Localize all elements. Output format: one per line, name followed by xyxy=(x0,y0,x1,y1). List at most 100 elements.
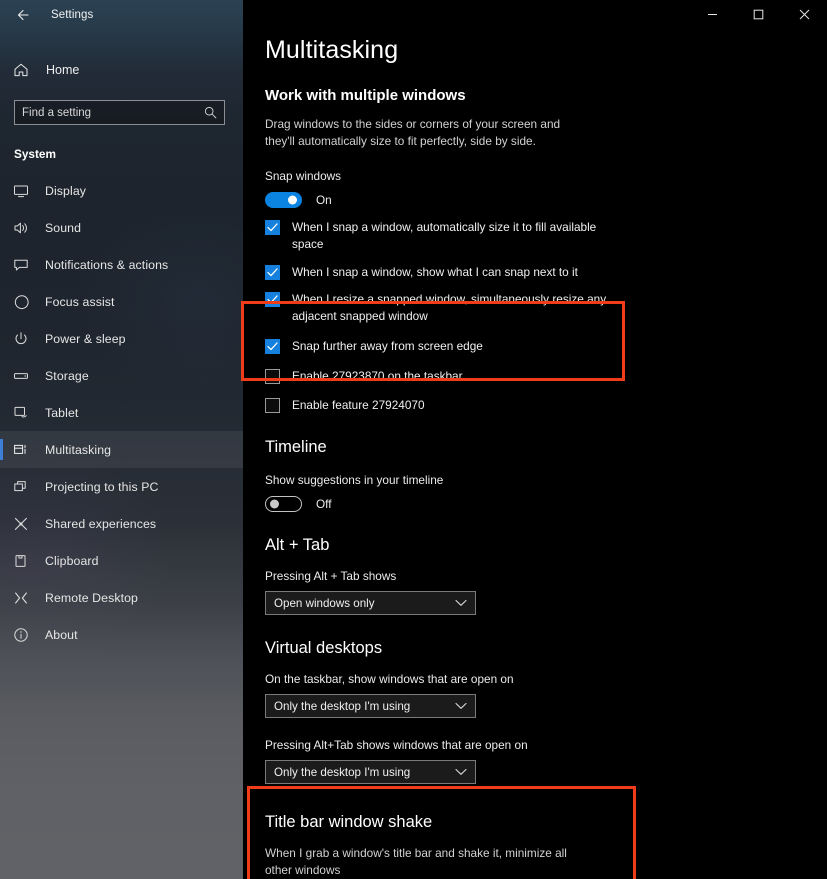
sidebar-item-clipboard[interactable]: Clipboard xyxy=(0,542,243,579)
sidebar-item-about[interactable]: About xyxy=(0,616,243,653)
timeline-toggle-state: Off xyxy=(316,497,332,512)
info-icon xyxy=(13,627,37,643)
timeline-toggle-row: Off xyxy=(265,496,827,513)
checkbox-label: Snap further away from screen edge xyxy=(292,338,483,353)
section-title-bar-shake: Title bar window shake When I grab a win… xyxy=(265,813,827,879)
maximize-button[interactable] xyxy=(735,0,781,29)
snap-options-list: When I snap a window, automatically size… xyxy=(265,219,827,414)
timeline-suggestions-toggle[interactable] xyxy=(265,496,302,513)
power-icon xyxy=(13,331,37,347)
check-icon xyxy=(267,223,278,232)
checkbox-label: When I snap a window, automatically size… xyxy=(292,220,597,251)
shared-icon xyxy=(13,516,37,532)
checkbox-resize-adjacent[interactable] xyxy=(265,292,280,308)
search-box[interactable] xyxy=(14,100,225,125)
virtual-desktops-taskbar-dropdown[interactable]: Only the desktop I'm using xyxy=(265,694,476,719)
checkbox-enable-taskbar-feature[interactable] xyxy=(265,368,280,384)
alt-tab-dropdown-value: Open windows only xyxy=(274,596,375,610)
snap-windows-toggle-row: On xyxy=(265,192,827,209)
sidebar-item-label: Sound xyxy=(45,220,82,235)
sidebar-item-label: Display xyxy=(45,183,87,198)
clipboard-icon xyxy=(13,553,37,569)
alt-tab-dropdown[interactable]: Open windows only xyxy=(265,591,476,616)
virtual-desktops-alttab-dropdown-value: Only the desktop I'm using xyxy=(274,765,411,779)
window-controls xyxy=(689,0,827,29)
sidebar-item-display[interactable]: Display xyxy=(0,172,243,209)
speaker-icon xyxy=(13,220,37,236)
sidebar-item-shared-experiences[interactable]: Shared experiences xyxy=(0,505,243,542)
sidebar-item-storage[interactable]: Storage xyxy=(0,357,243,394)
page-title: Multitasking xyxy=(265,36,399,64)
checkbox-row[interactable]: Snap further away from screen edge xyxy=(265,338,827,355)
checkbox-row[interactable]: When I snap a window, automatically size… xyxy=(265,219,827,253)
sidebar-item-label: Shared experiences xyxy=(45,516,157,531)
section-heading-title-bar-shake: Title bar window shake xyxy=(265,813,433,832)
search-input[interactable] xyxy=(22,106,204,119)
tablet-icon xyxy=(13,405,37,421)
sidebar-item-projecting[interactable]: Projecting to this PC xyxy=(0,468,243,505)
multitasking-icon xyxy=(13,442,37,458)
timeline-suggestions-label: Show suggestions in your timeline xyxy=(265,473,444,488)
maximize-icon xyxy=(753,9,763,20)
check-icon xyxy=(267,342,278,351)
sidebar-item-label: Storage xyxy=(45,368,89,383)
sidebar-item-remote-desktop[interactable]: Remote Desktop xyxy=(0,579,243,616)
section-work-with-windows: Work with multiple windows Drag windows … xyxy=(265,87,827,414)
virtual-desktops-alttab-dropdown[interactable]: Only the desktop I'm using xyxy=(265,760,476,785)
sidebar-item-label: Multitasking xyxy=(45,442,112,457)
sidebar-item-label: Clipboard xyxy=(45,553,99,568)
sidebar-item-tablet[interactable]: Tablet xyxy=(0,394,243,431)
virtual-desktops-taskbar-label: On the taskbar, show windows that are op… xyxy=(265,672,514,687)
back-button[interactable] xyxy=(0,0,44,29)
checkbox-label: Enable 27923870 on the taskbar xyxy=(292,368,463,383)
snap-windows-label: Snap windows xyxy=(265,169,342,184)
section-alt-tab: Alt + Tab Pressing Alt + Tab shows Open … xyxy=(265,536,827,616)
search-icon[interactable] xyxy=(204,106,217,119)
window-title: Settings xyxy=(51,8,94,21)
sidebar-item-label: About xyxy=(45,627,78,642)
checkbox-show-snap-next[interactable] xyxy=(265,264,280,280)
sidebar-item-label: Remote Desktop xyxy=(45,590,138,605)
checkbox-enable-feature[interactable] xyxy=(265,398,280,414)
section-heading-alt-tab: Alt + Tab xyxy=(265,536,330,555)
moon-icon xyxy=(13,294,37,310)
close-button[interactable] xyxy=(781,0,827,29)
checkbox-autosize[interactable] xyxy=(265,220,280,236)
chevron-down-icon xyxy=(455,599,467,607)
snap-windows-toggle-state: On xyxy=(316,193,332,208)
sidebar-titlebar: Settings xyxy=(0,0,243,29)
sidebar-item-sound[interactable]: Sound xyxy=(0,209,243,246)
back-arrow-icon xyxy=(17,9,29,20)
sidebar-item-focus-assist[interactable]: Focus assist xyxy=(0,283,243,320)
settings-window: Settings Home System xyxy=(0,0,827,879)
section-virtual-desktops: Virtual desktops On the taskbar, show wi… xyxy=(265,639,827,785)
checkbox-row[interactable]: Enable feature 27924070 xyxy=(265,397,827,414)
sidebar-section-header: System xyxy=(14,147,56,161)
checkbox-row[interactable]: Enable 27923870 on the taskbar xyxy=(265,368,827,385)
check-icon xyxy=(267,268,278,276)
sidebar-nav-list: Display Sound Notifications & actions Fo… xyxy=(0,172,243,653)
checkbox-row[interactable]: When I resize a snapped window, simultan… xyxy=(265,291,827,325)
sidebar-item-label: Focus assist xyxy=(45,294,115,309)
sidebar-item-notifications[interactable]: Notifications & actions xyxy=(0,246,243,283)
sidebar-item-multitasking[interactable]: Multitasking xyxy=(0,431,243,468)
section-heading-timeline: Timeline xyxy=(265,438,327,457)
sidebar-item-home[interactable]: Home xyxy=(0,53,243,87)
remote-desktop-icon xyxy=(13,590,37,606)
title-bar-shake-description: When I grab a window's title bar and sha… xyxy=(265,846,567,878)
work-with-windows-description: Drag windows to the sides or corners of … xyxy=(265,117,561,149)
minimize-button[interactable] xyxy=(689,0,735,29)
settings-content: Multitasking Work with multiple windows … xyxy=(243,0,827,879)
section-heading-virtual-desktops: Virtual desktops xyxy=(265,639,383,658)
virtual-desktops-alttab-label: Pressing Alt+Tab shows windows that are … xyxy=(265,738,528,753)
chevron-down-icon xyxy=(455,702,467,710)
checkbox-snap-further-away[interactable] xyxy=(265,338,280,354)
snap-windows-toggle[interactable] xyxy=(265,192,302,209)
check-icon xyxy=(267,295,278,304)
notification-icon xyxy=(13,257,37,273)
checkbox-row[interactable]: When I snap a window, show what I can sn… xyxy=(265,264,827,281)
sidebar-item-label: Notifications & actions xyxy=(45,257,169,272)
storage-icon xyxy=(13,368,37,384)
checkbox-label: Enable feature 27924070 xyxy=(292,398,425,413)
sidebar-item-power-sleep[interactable]: Power & sleep xyxy=(0,320,243,357)
